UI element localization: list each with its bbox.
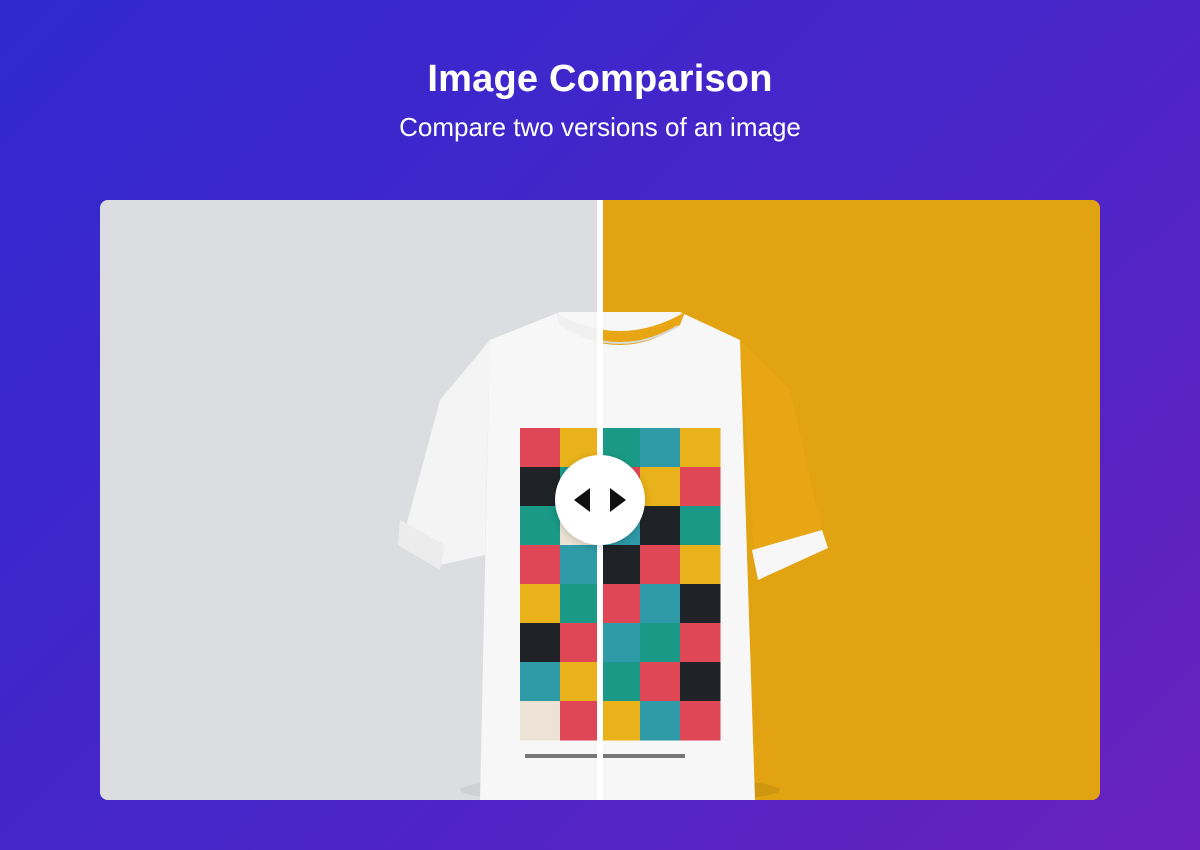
page-subtitle: Compare two versions of an image xyxy=(399,112,801,142)
print-tile xyxy=(520,701,561,741)
print-tile xyxy=(600,623,641,663)
print-tile xyxy=(640,467,681,507)
print-tile xyxy=(600,701,641,741)
print-tile xyxy=(640,662,681,702)
print-tile xyxy=(680,467,721,507)
print-tile xyxy=(520,428,561,468)
print-tile xyxy=(680,623,721,663)
print-tile xyxy=(640,701,681,741)
before-print-caption xyxy=(525,754,600,758)
print-tile xyxy=(520,545,561,585)
page-title: Image Comparison xyxy=(427,58,773,100)
print-tile xyxy=(640,623,681,663)
print-tile xyxy=(680,545,721,585)
print-tile xyxy=(520,584,561,624)
before-image xyxy=(100,200,600,800)
print-tile xyxy=(520,662,561,702)
print-tile xyxy=(600,584,641,624)
print-tile xyxy=(520,506,561,546)
print-tile xyxy=(600,545,641,585)
print-tile xyxy=(640,428,681,468)
print-tile xyxy=(520,623,561,663)
print-tile xyxy=(640,584,681,624)
image-comparison[interactable] xyxy=(100,200,1100,800)
print-tile xyxy=(680,506,721,546)
print-tile xyxy=(600,662,641,702)
print-tile xyxy=(680,584,721,624)
arrow-right-icon xyxy=(610,488,626,512)
comparison-slider-handle[interactable] xyxy=(555,455,645,545)
print-tile xyxy=(640,545,681,585)
print-tile xyxy=(680,662,721,702)
print-tile xyxy=(680,428,721,468)
print-tile xyxy=(680,701,721,741)
arrow-left-icon xyxy=(574,488,590,512)
print-tile xyxy=(640,506,681,546)
